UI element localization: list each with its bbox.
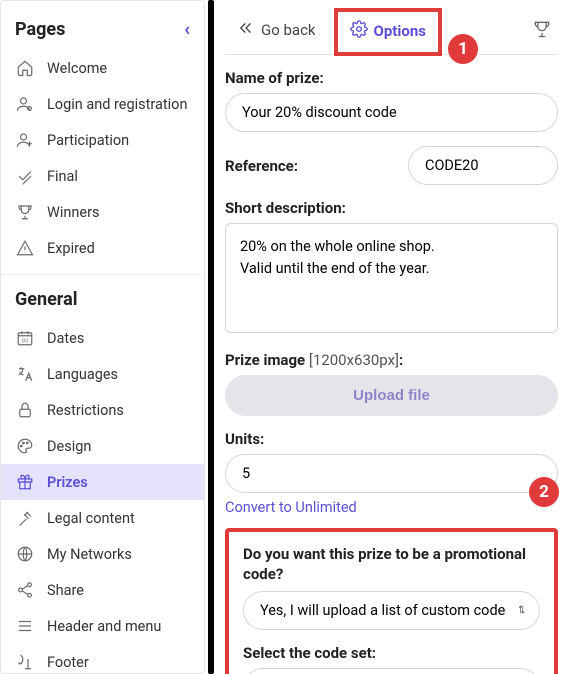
- nav-item-dates[interactable]: 03 Dates: [1, 320, 204, 356]
- general-heading: General: [1, 283, 204, 320]
- collapse-icon[interactable]: ‹: [184, 19, 190, 40]
- reference-label: Reference:: [225, 157, 298, 175]
- options-tab[interactable]: Options: [334, 8, 442, 56]
- nav-label: Footer: [47, 654, 89, 671]
- nav-item-share[interactable]: Share: [1, 572, 204, 608]
- user-add-icon: [15, 130, 35, 150]
- nav-item-final[interactable]: Final: [1, 158, 204, 194]
- nav-label: Header and menu: [47, 618, 161, 635]
- translate-icon: [15, 364, 35, 384]
- check-icon: [15, 166, 35, 186]
- units-input[interactable]: [225, 454, 558, 493]
- prize-name-input[interactable]: [225, 93, 558, 132]
- nav-item-languages[interactable]: Languages: [1, 356, 204, 392]
- promo-code-select[interactable]: Yes, I will upload a list of custom code…: [243, 591, 540, 630]
- promo-question-label: Do you want this prize to be a promotion…: [243, 544, 540, 585]
- nav-item-welcome[interactable]: Welcome: [1, 50, 204, 86]
- units-label: Units:: [225, 430, 558, 448]
- svg-text:03: 03: [22, 339, 28, 345]
- nav-label: Final: [47, 168, 78, 185]
- nav-item-winners[interactable]: Winners: [1, 194, 204, 230]
- promo-code-section: Do you want this prize to be a promotion…: [225, 528, 558, 674]
- nav-item-design[interactable]: Design: [1, 428, 204, 464]
- nav-label: Dates: [47, 330, 84, 347]
- nav-item-expired[interactable]: Expired: [1, 230, 204, 266]
- sidebar: Pages ‹ Welcome Login and registration Par…: [0, 0, 205, 674]
- gift-icon: [15, 472, 35, 492]
- nav-item-login-and-registration[interactable]: Login and registration: [1, 86, 204, 122]
- main-panel: Go back Options Name of prize: Reference…: [217, 0, 566, 674]
- callout-badge-1: 1: [448, 34, 478, 64]
- nav-label: Welcome: [47, 60, 107, 77]
- nav-label: Design: [47, 438, 91, 455]
- nav-label: Expired: [47, 240, 95, 257]
- codeset-label: Select the code set:: [243, 644, 540, 662]
- nav-label: My Networks: [47, 546, 132, 563]
- nav-item-participation[interactable]: Participation: [1, 122, 204, 158]
- nav-label: Winners: [47, 204, 100, 221]
- options-label: Options: [374, 22, 426, 40]
- nav-label: Restrictions: [47, 402, 124, 419]
- go-back-label: Go back: [261, 21, 316, 39]
- nav-label: Languages: [47, 366, 118, 383]
- nav-item-restrictions[interactable]: Restrictions: [1, 392, 204, 428]
- callout-badge-2: 2: [529, 477, 559, 507]
- warning-icon: [15, 238, 35, 258]
- go-back-tab[interactable]: Go back: [225, 11, 328, 51]
- nav-item-my-networks[interactable]: My Networks: [1, 536, 204, 572]
- home-icon: [15, 58, 35, 78]
- globe-icon: [15, 544, 35, 564]
- trophy-tab[interactable]: [526, 11, 558, 51]
- nav-item-prizes[interactable]: Prizes: [1, 464, 204, 500]
- share-icon: [15, 580, 35, 600]
- nav-label: Share: [47, 582, 84, 599]
- palette-icon: [15, 436, 35, 456]
- convert-unlimited-link[interactable]: Convert to Unlimited: [225, 499, 357, 516]
- lock-icon: [15, 400, 35, 420]
- nav-item-footer[interactable]: Footer: [1, 644, 204, 674]
- pages-heading: Pages ‹: [1, 13, 204, 50]
- footer-icon: [15, 652, 35, 672]
- nav-label: Participation: [47, 132, 129, 149]
- nav-label: Prizes: [47, 474, 88, 491]
- splitter[interactable]: [208, 0, 214, 674]
- menu-icon: [15, 616, 35, 636]
- user-plus-icon: [15, 94, 35, 114]
- chevron-double-left-icon: [237, 19, 255, 41]
- description-textarea[interactable]: [225, 223, 558, 333]
- codeset-select[interactable]: 20% codes (5): [243, 668, 540, 674]
- trophy-icon: [15, 202, 35, 222]
- calendar-icon: 03: [15, 328, 35, 348]
- description-label: Short description:: [225, 199, 558, 217]
- reference-input[interactable]: [408, 146, 558, 185]
- top-tabs: Go back Options: [225, 4, 558, 55]
- gear-icon: [350, 20, 368, 42]
- gavel-icon: [15, 508, 35, 528]
- upload-file-button[interactable]: Upload file: [225, 375, 558, 416]
- name-label: Name of prize:: [225, 69, 558, 87]
- nav-item-legal-content[interactable]: Legal content: [1, 500, 204, 536]
- nav-item-header-and-menu[interactable]: Header and menu: [1, 608, 204, 644]
- nav-label: Login and registration: [47, 96, 187, 113]
- nav-label: Legal content: [47, 510, 135, 527]
- prize-image-label: Prize image [1200x630px]:: [225, 351, 558, 369]
